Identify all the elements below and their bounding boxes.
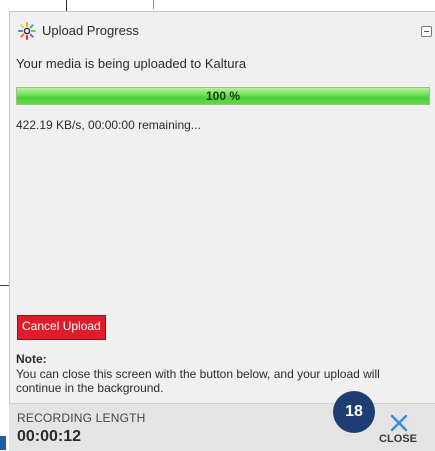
upload-progress-bar: 100 % [16,87,430,105]
background-accent [0,436,6,450]
kaltura-logo-icon [18,22,36,40]
dialog-title: Upload Progress [42,23,139,38]
progress-percent-label: 100 % [205,89,241,103]
recorder-footer: RECORDING LENGTH 00:00:12 18 CLOSE [9,391,435,451]
close-label: CLOSE [379,433,417,445]
upload-progress-dialog: Upload Progress Your media is being uplo… [9,11,435,404]
note-text: You can close this screen with the butto… [16,367,380,395]
minimize-icon[interactable] [421,26,432,37]
close-icon [390,414,408,432]
background-divider [153,0,154,9]
close-button[interactable]: CLOSE [375,408,421,448]
cancel-upload-button[interactable]: Cancel Upload [17,315,106,340]
upload-status-message: Your media is being uploaded to Kaltura [16,56,247,71]
recording-length-value: 00:00:12 [17,428,82,445]
transfer-rate-info: 422.19 KB/s, 00:00:00 remaining... [16,118,201,132]
recording-length-label: RECORDING LENGTH [17,411,146,425]
dialog-title-bar: Upload Progress [10,12,435,48]
background-divider [0,285,9,286]
step-number-badge: 18 [333,391,375,433]
note-heading: Note: [16,352,47,366]
